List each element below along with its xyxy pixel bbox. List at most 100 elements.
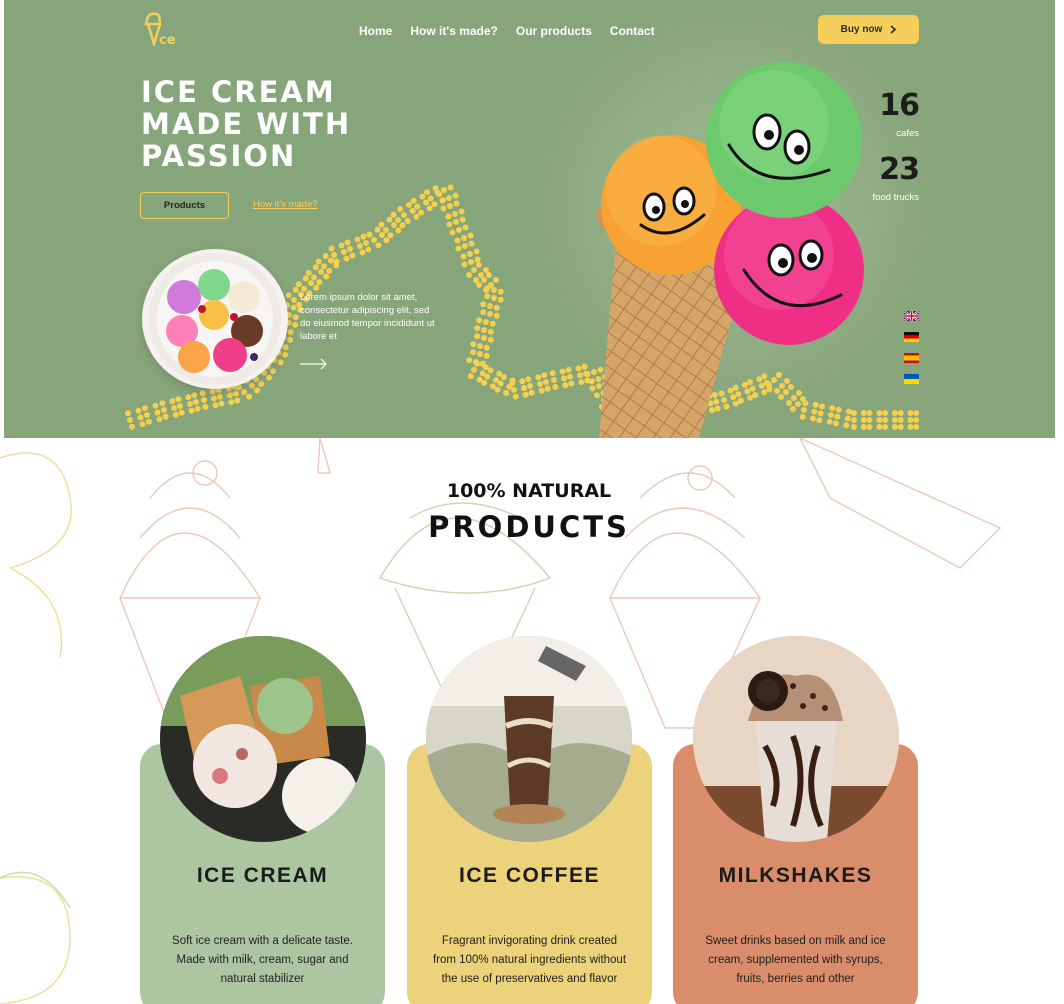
buy-now-button[interactable]: Buy now — [818, 15, 919, 44]
trail-dot — [191, 392, 198, 399]
section-subtitle: 100% NATURAL — [446, 480, 612, 502]
trail-dot — [552, 383, 559, 390]
trail-dot — [487, 336, 494, 343]
trail-dot — [473, 248, 480, 255]
trail-dot — [528, 389, 535, 396]
trail-dot — [543, 379, 549, 385]
section-title: PRODUCTS — [428, 510, 630, 544]
trail-dot — [474, 325, 481, 332]
trail-dot — [484, 373, 491, 380]
trail-dot — [483, 352, 490, 359]
trail-dot — [487, 367, 494, 374]
trail-dot — [541, 372, 548, 379]
ice-cream-photo — [160, 636, 366, 842]
trail-dot — [295, 281, 302, 288]
trail-dot — [391, 222, 397, 228]
trail-dot — [397, 206, 404, 213]
stat-trucks-label: food trucks — [872, 192, 919, 203]
trail-dot — [476, 281, 483, 288]
trail-dot — [441, 187, 447, 193]
trail-dot — [475, 262, 482, 269]
product-card-ice-cream-desc: Soft ice cream with a delicate taste. Ma… — [172, 935, 353, 985]
spanish-flag-icon[interactable] — [904, 353, 919, 363]
trail-dot — [454, 237, 461, 244]
trail-dot — [452, 211, 458, 217]
trail-dot — [568, 380, 575, 387]
ice-cream-cone-illustration — [596, 62, 864, 438]
trail-dot — [292, 286, 299, 293]
trail-dot — [538, 387, 545, 394]
trail-dot — [567, 373, 573, 380]
trail-dot — [537, 381, 543, 387]
trail-dot — [266, 374, 273, 381]
trail-dot — [202, 403, 209, 410]
trail-dot — [137, 414, 144, 421]
trail-dot — [212, 402, 219, 409]
trail-dot — [891, 417, 898, 423]
english-flag-icon[interactable] — [903, 310, 920, 322]
trail-dot — [876, 417, 883, 423]
nav-home-link[interactable]: Home — [359, 24, 392, 38]
arrow-right-icon[interactable] — [300, 358, 328, 370]
trail-dot — [328, 245, 335, 252]
products-button[interactable]: Products — [140, 192, 229, 219]
product-card-ice-cream-title: ICE CREAM — [196, 864, 329, 887]
trail-dot — [270, 368, 277, 375]
trail-dot — [201, 397, 207, 403]
trail-dot — [882, 417, 889, 423]
trail-dot — [171, 405, 177, 411]
trail-dot — [471, 267, 477, 273]
trail-dot — [470, 349, 477, 356]
trail-dot — [897, 417, 904, 423]
trail-dot — [474, 333, 481, 340]
trail-dot — [359, 249, 366, 256]
german-flag-icon[interactable] — [904, 332, 919, 342]
trail-dot — [326, 267, 333, 274]
trail-dot — [891, 410, 898, 416]
trail-dot — [282, 351, 289, 358]
trail-dot — [461, 235, 467, 241]
trail-dot — [453, 219, 459, 225]
trail-dot — [461, 261, 468, 268]
trail-dot — [487, 328, 494, 335]
trail-dot — [312, 264, 319, 271]
trail-dot — [292, 314, 299, 321]
stat-cafes-value: 16 — [879, 88, 920, 123]
trail-dot — [478, 272, 484, 278]
trail-dot — [481, 327, 487, 333]
trail-dot — [423, 189, 430, 196]
nav-contact-link[interactable]: Contact — [610, 24, 655, 38]
trail-dot — [343, 255, 350, 262]
trail-dot — [897, 424, 904, 430]
trail-dot — [477, 351, 483, 357]
trail-dot — [152, 402, 159, 409]
trail-dot — [395, 217, 401, 223]
trail-dot — [487, 303, 493, 309]
trail-dot — [378, 221, 385, 228]
milkshake-photo — [693, 636, 899, 842]
trail-dot — [211, 395, 217, 402]
trail-dot — [161, 407, 167, 413]
trail-dot — [481, 335, 487, 341]
trail-dot — [127, 417, 133, 423]
trail-dot — [468, 240, 475, 247]
trail-dot — [218, 400, 225, 407]
trail-dot — [363, 240, 369, 246]
nav-our-products-link[interactable]: Our products — [516, 24, 592, 38]
trail-dot — [287, 336, 294, 343]
ukrainian-flag-icon[interactable] — [904, 374, 919, 384]
trail-dot — [383, 237, 390, 244]
trail-dot — [188, 407, 195, 414]
trail-dot — [474, 256, 481, 263]
trail-dot — [561, 375, 567, 382]
trail-dot — [519, 378, 526, 385]
ice-cream-plate-image — [142, 249, 288, 389]
logo-icon[interactable]: ce — [140, 6, 184, 46]
nav-how-made-link[interactable]: How it's made? — [410, 24, 498, 38]
trail-dot — [477, 343, 483, 349]
chevron-right-icon — [890, 25, 897, 34]
trail-dot — [386, 216, 393, 223]
trail-dot — [241, 389, 247, 395]
how-its-made-link[interactable]: How it's made? — [253, 199, 318, 210]
trail-dot — [145, 418, 152, 425]
